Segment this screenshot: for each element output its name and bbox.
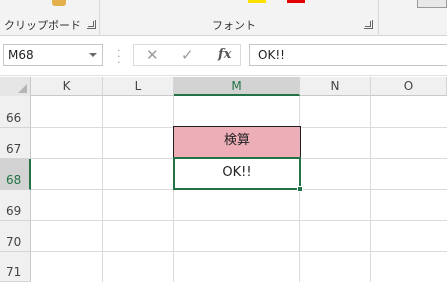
gridline — [31, 220, 447, 221]
column-header-n[interactable]: N — [300, 77, 371, 96]
name-box-value: M68 — [8, 48, 34, 62]
column-header-k[interactable]: K — [31, 77, 103, 96]
row-header-70[interactable]: 70 — [0, 221, 31, 252]
row-header-71[interactable]: 71 — [0, 252, 31, 282]
ribbon-button[interactable] — [417, 0, 447, 8]
ribbon: クリップボード フォント — [0, 0, 447, 36]
chevron-down-icon[interactable] — [89, 53, 97, 57]
column-header-l[interactable]: L — [103, 77, 174, 96]
formula-input-value: OK!! — [258, 48, 285, 62]
row-header-68[interactable]: 68 — [0, 159, 31, 190]
enter-icon[interactable]: ✓ — [181, 45, 194, 65]
name-box[interactable]: M68 — [3, 44, 103, 66]
cell-m67[interactable]: 検算 — [173, 126, 301, 158]
clipboard-dialog-launcher-icon[interactable] — [87, 20, 96, 29]
column-header-o[interactable]: O — [371, 77, 447, 96]
cancel-icon[interactable]: ✕ — [146, 45, 159, 65]
fill-handle[interactable] — [297, 186, 303, 192]
font-dialog-launcher-icon[interactable] — [364, 20, 373, 29]
ribbon-divider — [99, 0, 100, 36]
cell-m68-selected[interactable]: OK!! — [173, 157, 301, 190]
select-all-button[interactable] — [0, 77, 31, 96]
formula-input[interactable]: OK!! — [249, 44, 447, 66]
select-all-icon — [18, 84, 27, 93]
format-painter-icon[interactable] — [52, 0, 66, 6]
highlight-color-icon[interactable] — [248, 0, 266, 3]
ribbon-divider — [378, 0, 379, 36]
insert-function-icon[interactable]: fx — [218, 45, 231, 65]
clipboard-group-label: クリップボード — [4, 19, 81, 32]
worksheet-grid[interactable]: K L M N O 66 67 68 69 70 71 検算 OK!! — [0, 77, 447, 282]
row-header-66[interactable]: 66 — [0, 96, 31, 128]
formula-bar-resize-handle[interactable]: · · · — [117, 45, 121, 68]
column-header-row: K L M N O — [0, 77, 447, 96]
row-header-67[interactable]: 67 — [0, 128, 31, 159]
font-group-label: フォント — [212, 19, 256, 32]
font-color-icon[interactable] — [287, 0, 305, 3]
gridline — [31, 251, 447, 252]
row-header-69[interactable]: 69 — [0, 190, 31, 221]
formula-bar: M68 · · · ✕ ✓ fx OK!! — [0, 36, 447, 76]
column-header-m[interactable]: M — [174, 77, 300, 96]
